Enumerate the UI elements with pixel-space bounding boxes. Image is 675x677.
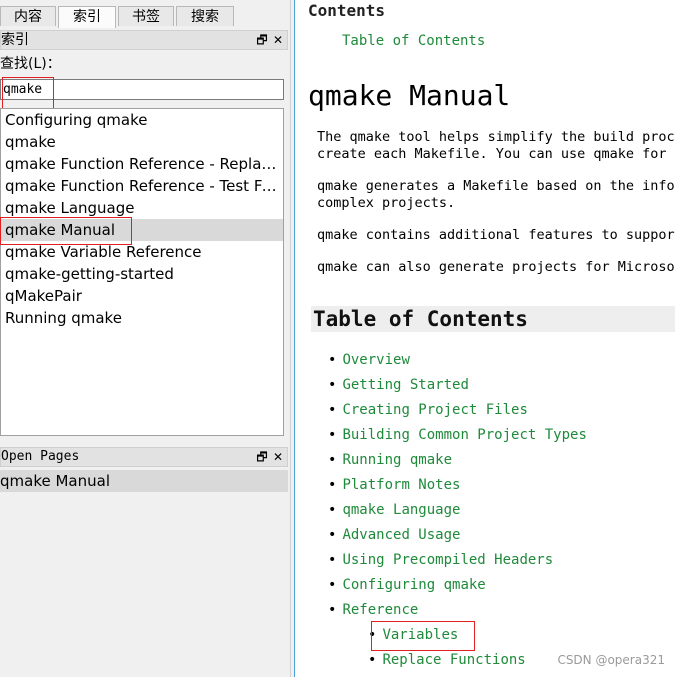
toc-item-label[interactable]: Variables xyxy=(382,627,458,643)
toc-item[interactable]: • Using Precompiled Headers xyxy=(328,550,553,570)
tab-bookmarks[interactable]: 书签 xyxy=(118,6,174,26)
toc-item-label[interactable]: Creating Project Files xyxy=(342,402,527,418)
toc-item[interactable]: • Overview xyxy=(328,350,410,370)
tab-bar: 内容 索引 书签 搜索 xyxy=(0,6,288,34)
list-item[interactable]: Running qmake xyxy=(1,307,283,329)
list-item[interactable]: qmake Function Reference - Replac... xyxy=(1,153,283,175)
toc-item-label[interactable]: Replace Functions xyxy=(382,652,525,668)
toc-item-label[interactable]: Overview xyxy=(342,352,409,368)
left-panel: 内容 索引 书签 搜索 索引 🗗 ✕ 查找(L)： Configuring qm… xyxy=(0,0,290,677)
toc-item[interactable]: • Advanced Usage xyxy=(328,525,460,545)
list-item[interactable]: Configuring qmake xyxy=(1,109,283,131)
open-pages-title: Open Pages xyxy=(1,449,80,464)
list-item[interactable]: qmake xyxy=(1,131,283,153)
toc-item[interactable]: • Configuring qmake xyxy=(328,575,486,595)
toc-item-label[interactable]: Building Common Project Types xyxy=(342,427,586,443)
tab-contents[interactable]: 内容 xyxy=(0,6,56,26)
toc-item-label[interactable]: Platform Notes xyxy=(342,477,460,493)
close-icon[interactable]: ✕ xyxy=(271,32,285,48)
float-icon[interactable]: 🗗 xyxy=(255,449,269,465)
list-item[interactable]: qMakePair xyxy=(1,285,283,307)
toc-item-label[interactable]: Running qmake xyxy=(342,452,452,468)
open-pages-dock-title[interactable]: Open Pages 🗗 ✕ xyxy=(0,447,288,467)
list-item-selected[interactable]: qmake Manual xyxy=(1,219,283,241)
toc-item-label[interactable]: Configuring qmake xyxy=(342,577,485,593)
tab-index[interactable]: 索引 xyxy=(58,6,116,28)
list-item[interactable]: qmake-getting-started xyxy=(1,263,283,285)
paragraph: qmake generates a Makefile based on the … xyxy=(317,178,675,211)
open-pages-list: qmake Manual xyxy=(0,470,288,677)
toc-item[interactable]: • Creating Project Files xyxy=(328,400,528,420)
toc-item-label[interactable]: Using Precompiled Headers xyxy=(342,552,553,568)
toc-item[interactable]: • qmake Language xyxy=(328,500,460,520)
toc-heading: Table of Contents xyxy=(311,306,675,332)
toc-item[interactable]: • Running qmake xyxy=(328,450,452,470)
index-dock-title-text: 索引 xyxy=(1,32,29,48)
open-page-item[interactable]: qmake Manual xyxy=(0,470,288,492)
toc-item-label[interactable]: Advanced Usage xyxy=(342,527,460,543)
watermark: CSDN @opera321 xyxy=(557,653,665,667)
toc-item[interactable]: • Reference xyxy=(328,600,418,620)
paragraph: The qmake tool helps simplify the build … xyxy=(317,129,675,162)
list-item[interactable]: qmake Variable Reference xyxy=(1,241,283,263)
list-item[interactable]: qmake Function Reference - Test Fu... xyxy=(1,175,283,197)
document-view[interactable]: Contents Table of Contents qmake Manual … xyxy=(294,0,675,677)
toc-item-label[interactable]: Reference xyxy=(342,602,418,618)
paragraph: qmake contains additional features to su… xyxy=(317,227,675,243)
tab-search[interactable]: 搜索 xyxy=(176,6,234,26)
toc-item[interactable]: • Building Common Project Types xyxy=(328,425,587,445)
paragraph: qmake can also generate projects for Mic… xyxy=(317,259,675,275)
toc-item-sub[interactable]: • Variables xyxy=(368,625,458,645)
toc-item-sub[interactable]: • Replace Functions xyxy=(368,650,526,670)
page-title: qmake Manual xyxy=(308,79,511,112)
table-of-contents-link[interactable]: Table of Contents xyxy=(342,31,485,51)
toc-item-label[interactable]: Getting Started xyxy=(342,377,468,393)
float-icon[interactable]: 🗗 xyxy=(255,32,269,48)
close-icon[interactable]: ✕ xyxy=(271,449,285,465)
index-dock-title[interactable]: 索引 🗗 ✕ xyxy=(0,30,288,50)
contents-header: Contents xyxy=(308,1,386,20)
index-list[interactable]: Configuring qmake qmake qmake Function R… xyxy=(0,108,284,436)
toc-item[interactable]: • Getting Started xyxy=(328,375,469,395)
list-item[interactable]: qmake Language xyxy=(1,197,283,219)
toc-item-label[interactable]: qmake Language xyxy=(342,502,460,518)
find-input[interactable] xyxy=(0,79,284,100)
toc-item[interactable]: • Platform Notes xyxy=(328,475,460,495)
find-label: 查找(L)： xyxy=(0,56,61,72)
